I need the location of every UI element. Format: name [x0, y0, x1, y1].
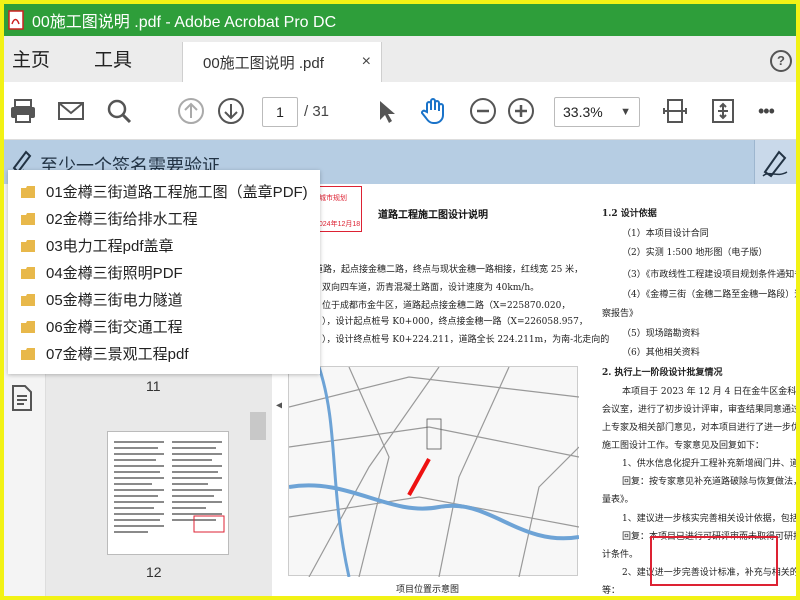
document-line: 本项目于 2023 年 12 月 4 日在金牛区金科南二: [622, 387, 796, 397]
bookmark-item[interactable]: 05金樽三街电力隧道: [8, 286, 320, 313]
page-thumbnails-icon[interactable]: [10, 384, 34, 417]
mail-icon[interactable]: [56, 96, 86, 126]
document-line: 1、供水信息化提升工程补充新增阀门井、道路: [622, 459, 796, 469]
document-line: 施工图设计工作。专家意见及回复如下：: [602, 441, 765, 451]
bookmark-item[interactable]: 07金樽三景观工程pdf: [8, 340, 320, 367]
bookmark-item[interactable]: 02金樽三街给排水工程: [8, 205, 320, 232]
document-tab-label: 00施工图说明 .pdf: [203, 54, 324, 72]
bookmark-item[interactable]: 04金樽三街照明PDF: [8, 259, 320, 286]
document-line: （1）本项目设计合同: [622, 229, 709, 239]
zoom-in-icon[interactable]: [506, 96, 536, 126]
thumbnail-label: 11: [146, 378, 161, 394]
zoom-level-value: 33.3%: [563, 104, 603, 120]
page-number-input[interactable]: 1: [262, 97, 298, 127]
document-line: 位于成都市金牛区，道路起点接金穗二路（X=225870.020，: [322, 301, 571, 311]
folder-icon: [20, 293, 36, 307]
document-line: ），设计终点桩号 K0+224.211，道路全长 224.211m，为南-北走向…: [322, 335, 610, 345]
page-total: / 31: [304, 103, 330, 120]
menu-home[interactable]: 主页: [4, 45, 58, 82]
next-page-icon[interactable]: [216, 96, 246, 126]
document-view: 城市规划 2024年12月18 道路工程施工图设计说明 市政道路，起点接金穗二路…: [282, 184, 796, 596]
zoom-level-select[interactable]: 33.3% ▼: [554, 97, 640, 127]
document-title: 道路工程施工图设计说明: [378, 210, 488, 221]
document-line: （2）实测 1:500 地形图（电子版）: [622, 248, 768, 258]
search-icon[interactable]: [104, 96, 134, 126]
bookmark-label: 02金樽三街给排水工程: [46, 211, 198, 228]
page-thumbnail[interactable]: [108, 432, 228, 554]
print-icon[interactable]: [8, 96, 38, 126]
document-line: 回复：按专家意见补充道路破除与恢复做法，: [622, 477, 796, 487]
previous-page-icon[interactable]: [176, 96, 206, 126]
document-line: （3）《市政线性工程建设项目规划条件通知书》: [622, 270, 796, 280]
bookmark-item[interactable]: 01金樽三街道路工程施工图（盖章PDF): [8, 178, 320, 205]
full-screen-icon[interactable]: [708, 96, 738, 126]
document-line: 市政道路，起点接金穗二路，终点与现状金穗一路相接，红线宽 25 米，: [296, 265, 584, 275]
document-line: （5）现场踏勘资料: [622, 329, 700, 339]
signature-panel-button[interactable]: [754, 140, 796, 184]
select-cursor-icon[interactable]: [370, 96, 400, 126]
map-caption: 项目位置示意图: [396, 585, 460, 595]
document-line: 会议室，进行了初步设计评审，审查结果同意通过: [602, 405, 796, 415]
document-line: （6）其他相关资料: [622, 348, 700, 358]
bookmark-item[interactable]: 06金樽三街交通工程: [8, 313, 320, 340]
document-line: 上专家及相关部门意见，对本项目进行了进一步优: [602, 423, 796, 433]
toolbar: 1 / 31 33.3% ▼ •••: [4, 82, 796, 140]
folder-icon: [20, 212, 36, 226]
document-line: （4）《金樽三街（金穗二路至金穗一路段）道路: [622, 290, 796, 300]
close-tab-icon[interactable]: ×: [362, 53, 371, 71]
document-tab[interactable]: 00施工图说明 .pdf ×: [182, 42, 382, 82]
bookmark-label: 05金樽三街电力隧道: [46, 292, 183, 309]
document-line: 1、建议进一步核实完善相关设计依据，包括可: [622, 514, 796, 524]
bookmark-label: 01金樽三街道路工程施工图（盖章PDF): [46, 184, 308, 201]
help-icon[interactable]: ?: [770, 50, 792, 72]
zoom-out-icon[interactable]: [468, 96, 498, 126]
bookmark-item[interactable]: 03电力工程pdf盖章: [8, 232, 320, 259]
document-line: 双向四车道，沥青混凝土路面，设计速度为 40km/h。: [322, 283, 540, 293]
menu-bar: 主页 工具 00施工图说明 .pdf × ?: [4, 36, 796, 82]
bookmark-list: 01金樽三街道路工程施工图（盖章PDF) 02金樽三街给排水工程 03电力工程p…: [8, 170, 320, 374]
title-bar: 00施工图说明 .pdf - Adobe Acrobat Pro DC: [4, 4, 796, 36]
document-line: 计条件。: [602, 550, 639, 560]
folder-icon: [20, 347, 36, 361]
document-heading: 2. 执行上一阶段设计批复情况: [602, 368, 723, 378]
window-title: 00施工图说明 .pdf - Adobe Acrobat Pro DC: [32, 14, 337, 31]
stamp-image: [650, 536, 778, 586]
document-line: 察报告》: [602, 309, 639, 319]
folder-icon: [20, 239, 36, 253]
bookmark-label: 03电力工程pdf盖章: [46, 238, 174, 255]
folder-icon: [20, 185, 36, 199]
acrobat-pdf-icon: [8, 10, 24, 30]
bookmark-label: 04金樽三街照明PDF: [46, 265, 183, 282]
document-line: ），设计起点桩号 K0+000，终点接金穗一路（X=226058.957，: [322, 317, 588, 327]
bookmark-label: 07金樽三景观工程pdf: [46, 346, 189, 363]
document-line: 量表》。: [602, 495, 634, 505]
hand-tool-icon[interactable]: [418, 96, 448, 126]
location-map-image: [288, 366, 580, 578]
document-page: 城市规划 2024年12月18 道路工程施工图设计说明 市政道路，起点接金穗二路…: [282, 184, 796, 596]
menu-tools[interactable]: 工具: [86, 45, 140, 82]
bookmark-label: 06金樽三街交通工程: [46, 319, 183, 336]
document-heading: 1.2 设计依据: [602, 209, 657, 219]
fit-page-icon[interactable]: [660, 96, 690, 126]
acrobat-window: 00施工图说明 .pdf - Adobe Acrobat Pro DC 主页 工…: [4, 4, 796, 596]
document-line: 等：: [602, 586, 621, 596]
thumbnails-scrollbar[interactable]: [250, 412, 266, 440]
folder-icon: [20, 266, 36, 280]
thumbnail-label: 12: [146, 564, 162, 580]
folder-icon: [20, 320, 36, 334]
more-options-icon[interactable]: •••: [758, 96, 788, 126]
chevron-down-icon: ▼: [620, 106, 631, 118]
